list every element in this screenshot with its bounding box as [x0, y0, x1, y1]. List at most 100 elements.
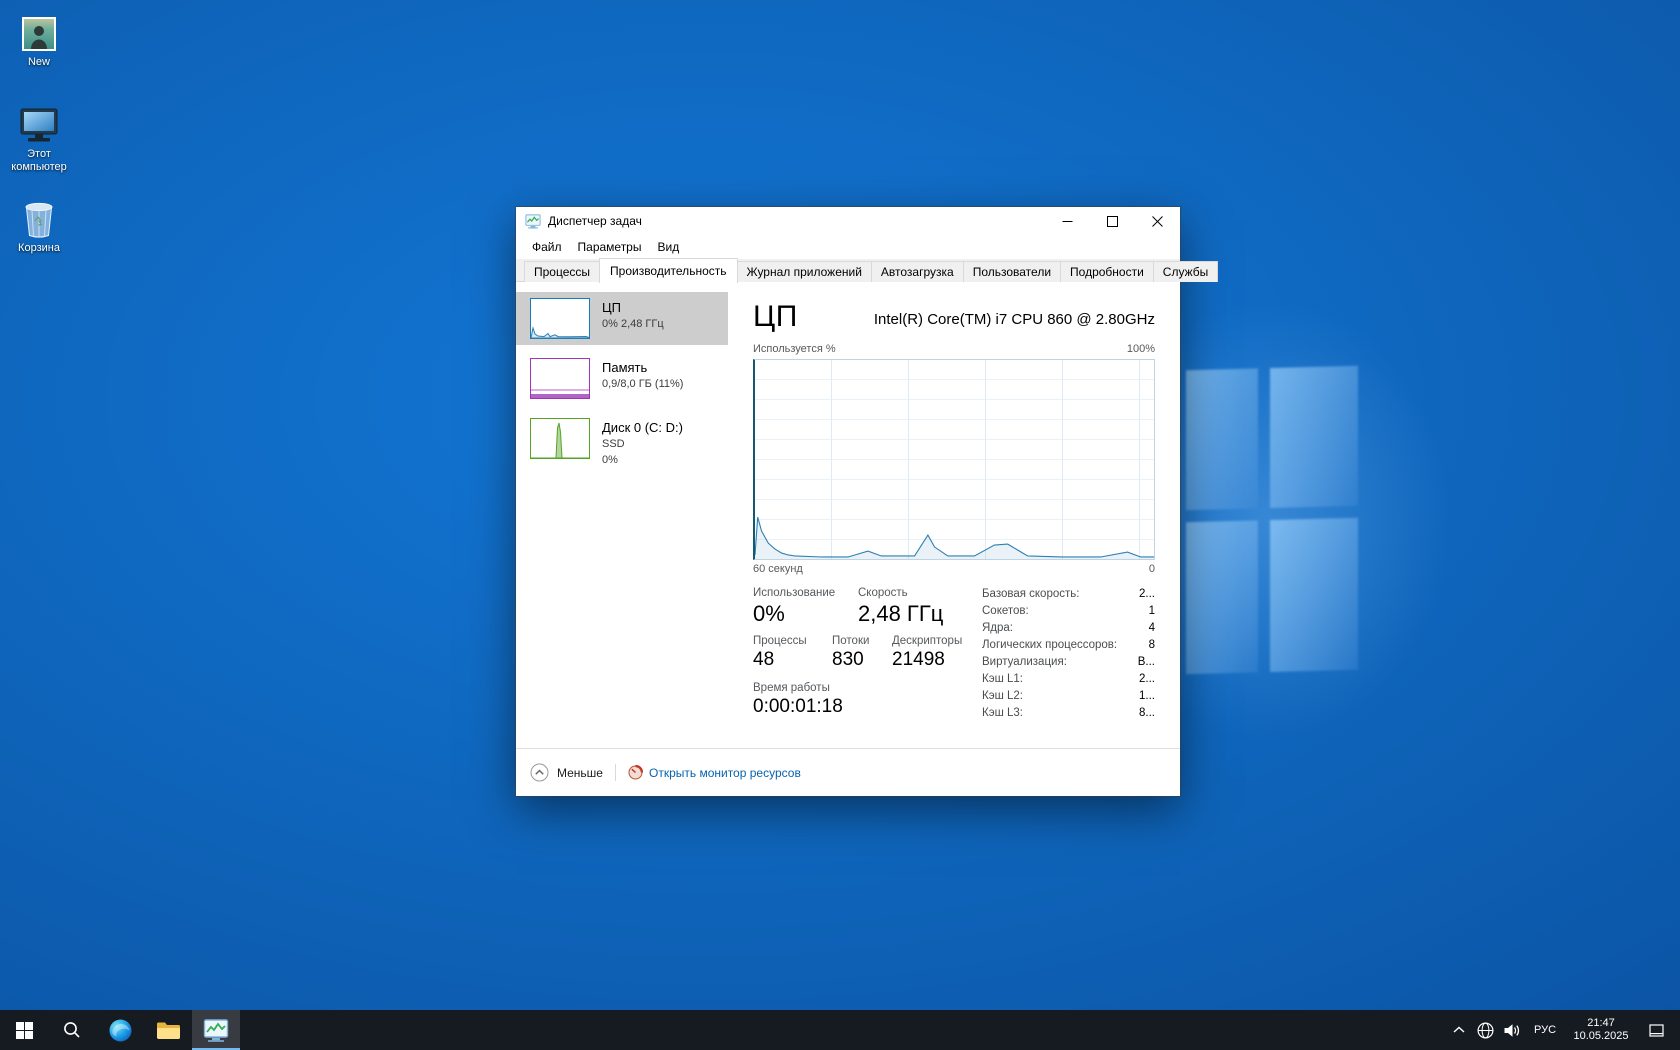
desktop: New Этот компьютер Корзина	[0, 0, 1680, 1050]
sidebar-memory-title: Память	[602, 360, 683, 375]
chevron-up-icon	[1452, 1025, 1466, 1035]
action-center-icon	[1647, 1021, 1666, 1040]
taskbar-file-explorer-button[interactable]	[144, 1010, 192, 1050]
volume-tray-button[interactable]	[1498, 1010, 1524, 1050]
taskbar-clock[interactable]: 21:47 10.05.2025	[1566, 1010, 1636, 1050]
desktop-icon-recycle-bin[interactable]: Корзина	[0, 198, 78, 255]
file-explorer-icon	[156, 1020, 181, 1041]
window-footer: Меньше Открыть монитор ресурсов	[516, 748, 1180, 796]
tab-services[interactable]: Службы	[1153, 261, 1218, 282]
cpu-mini-graph-icon	[530, 298, 590, 339]
language-indicator[interactable]: РУС	[1524, 1010, 1566, 1050]
search-icon	[62, 1020, 82, 1040]
fewer-details-button[interactable]: Меньше	[530, 763, 603, 782]
menu-bar: Файл Параметры Вид	[516, 235, 1180, 259]
cpu-panel: ЦП Intel(R) Core(TM) i7 CPU 860 @ 2.80GH…	[728, 283, 1180, 748]
detail-row-l1-cache: Кэш L1:2...	[982, 671, 1155, 688]
uptime-label: Время работы	[753, 682, 830, 694]
minimize-button[interactable]	[1045, 207, 1090, 235]
task-manager-window: Диспетчер задач Файл Параметры Вид Проце…	[516, 207, 1180, 796]
performance-content: ЦП 0% 2,48 ГГц Память 0,9/8,0	[516, 281, 1180, 748]
menu-options[interactable]: Параметры	[570, 237, 650, 257]
tab-startup[interactable]: Автозагрузка	[871, 261, 964, 282]
windows-logo-pane	[1186, 368, 1258, 510]
detail-row-virtualization: Виртуализация:В...	[982, 654, 1155, 671]
open-resource-monitor-link[interactable]: Открыть монитор ресурсов	[628, 765, 801, 780]
threads-value: 830	[832, 649, 864, 671]
show-hidden-icons-button[interactable]	[1446, 1010, 1472, 1050]
taskbar-edge-button[interactable]	[96, 1010, 144, 1050]
chevron-up-circle-icon	[530, 763, 549, 782]
performance-sidebar: ЦП 0% 2,48 ГГц Память 0,9/8,0	[516, 283, 729, 748]
windows-logo-pane	[1270, 518, 1358, 672]
cpu-details-list: Базовая скорость:2... Сокетов:1 Ядра:4 Л…	[982, 586, 1155, 722]
picture-file-icon	[0, 12, 78, 52]
sidebar-cpu-title: ЦП	[602, 300, 664, 315]
processes-value: 48	[753, 649, 774, 671]
tab-performance[interactable]: Производительность	[599, 258, 737, 283]
tab-users[interactable]: Пользователи	[963, 261, 1061, 282]
title-bar[interactable]: Диспетчер задач	[516, 207, 1180, 235]
detail-row-l3-cache: Кэш L3:8...	[982, 705, 1155, 722]
chart-top-labels: Используется % 100%	[753, 343, 1155, 355]
computer-icon	[0, 104, 78, 144]
chart-y-max: 100%	[1127, 343, 1155, 355]
fewer-details-label: Меньше	[557, 766, 603, 780]
taskbar-task-manager-button[interactable]	[192, 1010, 240, 1050]
detail-row-base-speed: Базовая скорость:2...	[982, 586, 1155, 603]
close-button[interactable]	[1135, 207, 1180, 235]
handles-value: 21498	[892, 649, 945, 671]
chart-bottom-labels: 60 секунд 0	[753, 563, 1155, 575]
recycle-bin-icon	[0, 198, 78, 238]
desktop-icon-new[interactable]: New	[0, 12, 78, 69]
handles-label: Дескрипторы	[892, 635, 962, 647]
windows-logo-wallpaper	[1186, 366, 1358, 675]
usage-value: 0%	[753, 601, 785, 627]
sidebar-cpu-subtitle: 0% 2,48 ГГц	[602, 318, 664, 331]
maximize-button[interactable]	[1090, 207, 1135, 235]
uptime-value: 0:00:01:18	[753, 696, 843, 718]
menu-file[interactable]: Файл	[524, 237, 570, 257]
footer-divider	[615, 764, 616, 781]
tab-strip: Процессы Производительность Журнал прило…	[524, 259, 1172, 282]
windows-logo-pane	[1270, 366, 1358, 508]
tab-details[interactable]: Подробности	[1060, 261, 1154, 282]
desktop-icon-label: Этот компьютер	[0, 148, 78, 174]
task-manager-icon	[203, 1017, 229, 1043]
cpu-heading: ЦП	[753, 300, 798, 334]
detail-row-logical-processors: Логических процессоров:8	[982, 637, 1155, 654]
cpu-usage-chart-line	[755, 360, 1154, 559]
network-tray-button[interactable]	[1472, 1010, 1498, 1050]
chart-y-label: Используется %	[753, 343, 836, 355]
cpu-usage-chart	[753, 359, 1155, 560]
detail-row-sockets: Сокетов:1	[982, 603, 1155, 620]
desktop-icon-label: Корзина	[0, 242, 78, 255]
task-manager-icon	[525, 213, 541, 229]
globe-network-icon	[1476, 1021, 1495, 1040]
sidebar-disk-usage: 0%	[602, 454, 683, 467]
tab-app-history[interactable]: Журнал приложений	[737, 261, 872, 282]
clock-time: 21:47	[1587, 1017, 1615, 1030]
sidebar-disk-title: Диск 0 (C: D:)	[602, 420, 683, 435]
detail-row-cores: Ядра:4	[982, 620, 1155, 637]
edge-browser-icon	[108, 1018, 133, 1043]
processes-label: Процессы	[753, 635, 807, 647]
desktop-icon-this-pc[interactable]: Этот компьютер	[0, 104, 78, 174]
menu-view[interactable]: Вид	[649, 237, 687, 257]
sidebar-item-disk0[interactable]: Диск 0 (C: D:) SSD 0%	[516, 412, 728, 474]
speed-label: Скорость	[858, 587, 908, 599]
speed-value: 2,48 ГГц	[858, 601, 943, 627]
desktop-icon-label: New	[0, 56, 78, 69]
resource-monitor-label: Открыть монитор ресурсов	[649, 766, 801, 780]
clock-date: 10.05.2025	[1573, 1030, 1628, 1043]
memory-mini-graph-icon	[530, 358, 590, 399]
sidebar-item-cpu[interactable]: ЦП 0% 2,48 ГГц	[516, 292, 728, 345]
start-button[interactable]	[0, 1010, 48, 1050]
sidebar-item-memory[interactable]: Память 0,9/8,0 ГБ (11%)	[516, 352, 728, 405]
detail-row-l2-cache: Кэш L2:1...	[982, 688, 1155, 705]
sidebar-disk-type: SSD	[602, 438, 683, 451]
taskbar-search-button[interactable]	[48, 1010, 96, 1050]
tab-processes[interactable]: Процессы	[524, 261, 600, 282]
action-center-button[interactable]	[1636, 1010, 1676, 1050]
threads-label: Потоки	[832, 635, 869, 647]
